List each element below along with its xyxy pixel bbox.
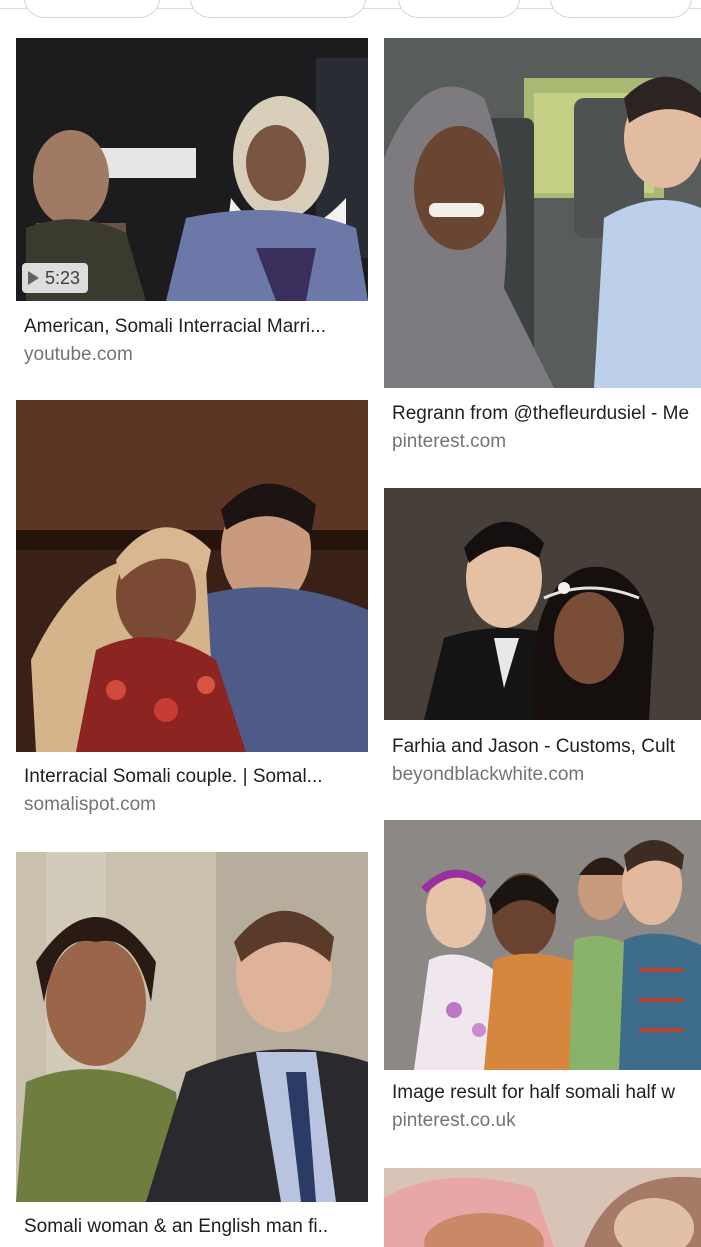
image-result-card[interactable]: Farhia and Jason - Customs, Cult beyondb… bbox=[384, 488, 701, 798]
play-icon bbox=[28, 271, 39, 285]
result-source[interactable]: pinterest.com bbox=[392, 431, 506, 453]
result-title[interactable]: Image result for half somali half w bbox=[392, 1082, 701, 1104]
result-title[interactable]: Interracial Somali couple. | Somal... bbox=[24, 766, 364, 788]
result-source[interactable]: youtube.com bbox=[24, 344, 133, 366]
result-title[interactable]: Regrann from @thefleurdusiel - Me bbox=[392, 403, 701, 425]
result-title[interactable]: Somali woman & an English man fi.. bbox=[24, 1216, 364, 1238]
result-source[interactable]: pinterest.co.uk bbox=[392, 1110, 516, 1132]
result-thumbnail[interactable] bbox=[384, 38, 701, 388]
result-thumbnail[interactable] bbox=[384, 820, 701, 1070]
image-result-card[interactable]: Interracial Somali couple. | Somal... so… bbox=[16, 400, 368, 830]
filter-chip-bar bbox=[0, 0, 701, 18]
filter-chip[interactable] bbox=[550, 0, 692, 18]
result-source[interactable]: beyondblackwhite.com bbox=[392, 764, 584, 786]
duration-text: 5:23 bbox=[45, 267, 81, 288]
result-source[interactable]: somalispot.com bbox=[24, 794, 156, 816]
filter-chip[interactable] bbox=[398, 0, 520, 18]
image-result-card[interactable]: Regrann from @thefleurdusiel - Me pinter… bbox=[384, 38, 701, 468]
filter-chip[interactable] bbox=[190, 0, 366, 18]
video-duration-badge: 5:23 bbox=[22, 263, 89, 293]
result-title[interactable]: American, Somali Interracial Marri... bbox=[24, 316, 364, 338]
filter-chip[interactable] bbox=[24, 0, 160, 18]
result-thumbnail[interactable] bbox=[384, 488, 701, 720]
image-result-card[interactable]: 5:23 American, Somali Interracial Marri.… bbox=[16, 38, 368, 378]
result-thumbnail[interactable] bbox=[384, 1168, 701, 1247]
result-title[interactable]: Farhia and Jason - Customs, Cult bbox=[392, 736, 701, 758]
result-thumbnail[interactable]: 5:23 bbox=[16, 38, 368, 301]
image-result-card[interactable]: Somali woman & an English man fi.. bbox=[16, 852, 368, 1247]
image-result-card[interactable]: Image result for half somali half w pint… bbox=[384, 820, 701, 1140]
image-result-card[interactable] bbox=[384, 1168, 701, 1247]
result-thumbnail[interactable] bbox=[16, 852, 368, 1202]
result-thumbnail[interactable] bbox=[16, 400, 368, 752]
